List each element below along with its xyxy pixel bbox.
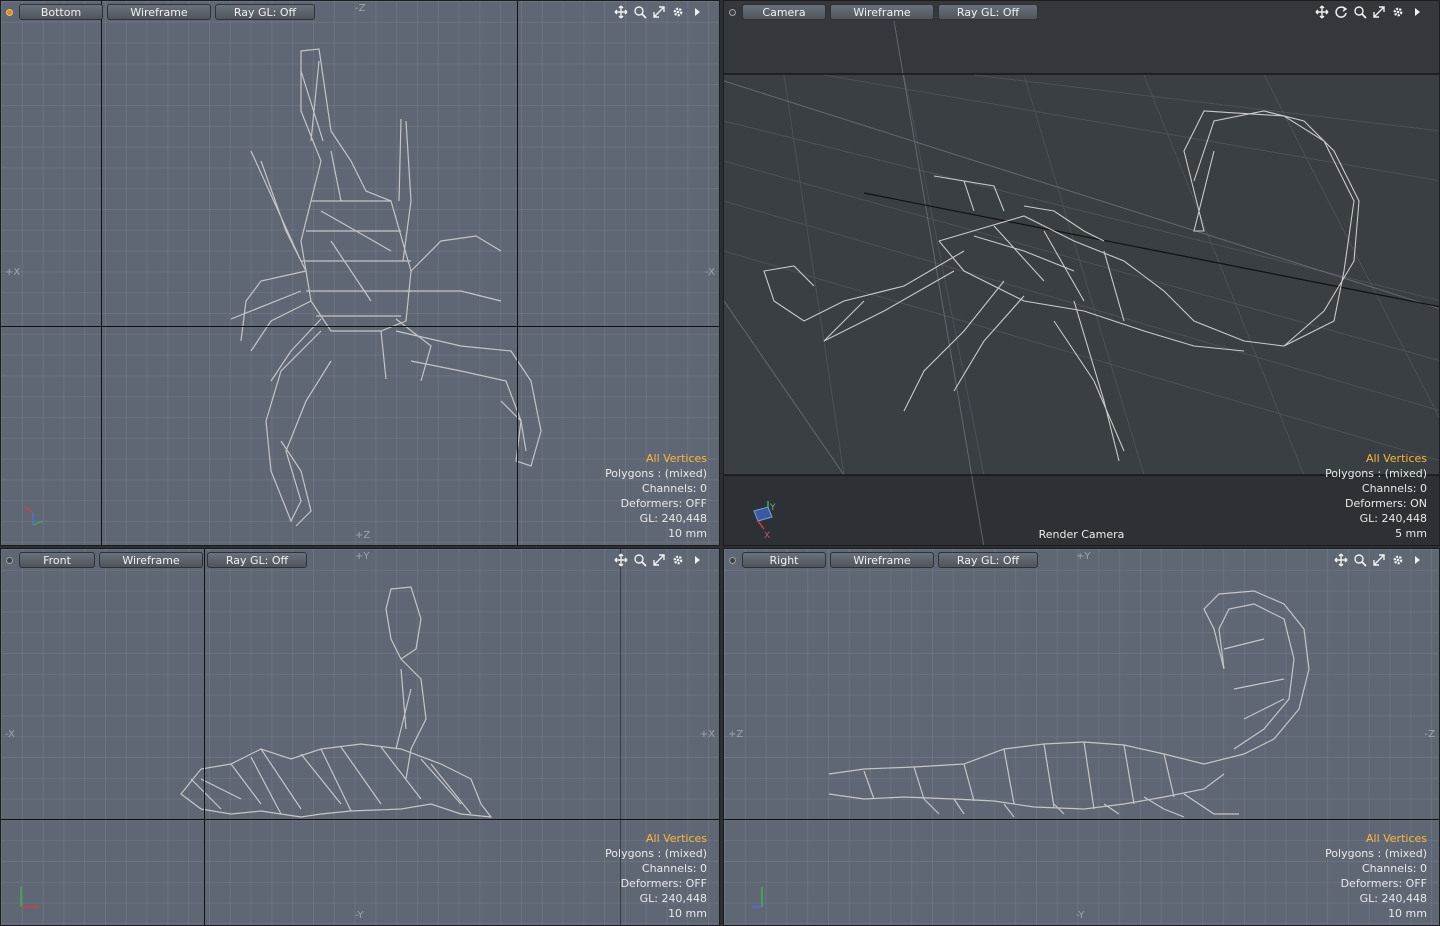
view-type-button[interactable]: Right [742, 552, 826, 568]
viewport-nav-icons [613, 4, 705, 20]
zoom-icon[interactable] [632, 552, 648, 568]
selection-mode-label[interactable]: All Vertices [1325, 831, 1427, 846]
viewport-toolbar: Right Wireframe Ray GL: Off [724, 549, 1439, 571]
axis-line-vertical [204, 549, 205, 925]
maximize-icon[interactable] [651, 552, 667, 568]
move-icon[interactable] [613, 552, 629, 568]
maximize-icon[interactable] [1371, 552, 1387, 568]
gear-icon[interactable] [1390, 552, 1406, 568]
viewport-info-panel: All Vertices Polygons : (mixed) Channels… [605, 831, 707, 921]
polygons-label: Polygons : (mixed) [605, 847, 707, 860]
viewport-nav-icons [1314, 4, 1425, 20]
grid-scale-label: 10 mm [668, 907, 707, 920]
channels-label: Channels: 0 [641, 862, 707, 875]
raygl-button[interactable]: Ray GL: Off [215, 4, 315, 20]
gear-icon[interactable] [670, 4, 686, 20]
deformers-label: Deformers: OFF [1340, 877, 1427, 890]
axis-label-bottom: -Y [355, 910, 364, 921]
axis-label-bottom: +Z [355, 530, 371, 541]
channels-label: Channels: 0 [1361, 862, 1427, 875]
channels-label: Channels: 0 [1361, 482, 1427, 495]
viewport-info-panel: All Vertices Polygons : (mixed) Channels… [1325, 831, 1427, 921]
view-type-button[interactable]: Bottom [19, 4, 103, 20]
axis-line-vertical [101, 1, 102, 545]
deformers-label: Deformers: OFF [620, 877, 707, 890]
shading-mode-button[interactable]: Wireframe [107, 4, 211, 20]
channels-label: Channels: 0 [641, 482, 707, 495]
polygons-label: Polygons : (mixed) [605, 467, 707, 480]
shading-mode-button[interactable]: Wireframe [830, 4, 934, 20]
expand-arrow-icon[interactable] [689, 552, 705, 568]
selection-mode-label[interactable]: All Vertices [605, 831, 707, 846]
shading-mode-button[interactable]: Wireframe [830, 552, 934, 568]
axis-label-right: -Z [1424, 729, 1435, 740]
viewport-nav-icons [613, 552, 705, 568]
grid-scale-label: 10 mm [1388, 907, 1427, 920]
viewport-active-indicator[interactable] [6, 556, 13, 564]
rotate-icon[interactable] [1333, 4, 1349, 20]
axis-gizmo [20, 887, 39, 908]
axis-line-horizontal [724, 819, 1439, 820]
viewport-active-indicator[interactable] [729, 8, 736, 16]
axis-line-horizontal [1, 819, 719, 820]
axis-label-right: -X [705, 267, 715, 278]
maximize-icon[interactable] [1371, 4, 1387, 20]
gl-count-label: GL: 240,448 [639, 512, 707, 525]
zoom-icon[interactable] [1352, 4, 1368, 20]
gizmo-label-y: Y [770, 503, 776, 513]
move-icon[interactable] [1333, 552, 1349, 568]
view-type-button[interactable]: Camera [742, 4, 826, 20]
deformers-label: Deformers: OFF [620, 497, 707, 510]
viewport-bottom[interactable]: -Z +Z +X -X Bottom Wireframe Ray GL: Off… [0, 0, 720, 546]
viewport-info-panel: All Vertices Polygons : (mixed) Channels… [1325, 451, 1427, 541]
raygl-button[interactable]: Ray GL: Off [207, 552, 307, 568]
viewport-active-indicator[interactable] [6, 8, 13, 16]
axis-label-left: -X [5, 729, 15, 740]
axis-label-left: +X [5, 267, 21, 278]
axis-line-horizontal [1, 326, 719, 327]
grid-scale-label: 5 mm [1395, 527, 1427, 540]
gl-count-label: GL: 240,448 [1359, 892, 1427, 905]
polygons-label: Polygons : (mixed) [1325, 847, 1427, 860]
axis-label-left: +Z [728, 729, 744, 740]
zoom-icon[interactable] [1352, 552, 1368, 568]
axis-gizmo [24, 506, 44, 526]
expand-arrow-icon[interactable] [1409, 4, 1425, 20]
move-icon[interactable] [1314, 4, 1330, 20]
shading-mode-button[interactable]: Wireframe [99, 552, 203, 568]
raygl-button[interactable]: Ray GL: Off [938, 552, 1038, 568]
maximize-icon[interactable] [651, 4, 667, 20]
viewport-toolbar: Front Wireframe Ray GL: Off [1, 549, 719, 571]
viewport-active-indicator[interactable] [729, 556, 736, 564]
gl-count-label: GL: 240,448 [639, 892, 707, 905]
axis-gizmo [752, 887, 763, 908]
deformers-label: Deformers: ON [1345, 497, 1427, 510]
grid-scale-label: 10 mm [668, 527, 707, 540]
viewport-info-panel: All Vertices Polygons : (mixed) Channels… [605, 451, 707, 541]
axis-line-vertical [517, 1, 518, 545]
gear-icon[interactable] [1390, 4, 1406, 20]
viewport-toolbar: Bottom Wireframe Ray GL: Off [1, 1, 719, 23]
gear-icon[interactable] [670, 552, 686, 568]
viewport-camera[interactable]: Camera Wireframe Ray GL: Off Y X Render … [723, 0, 1440, 546]
viewport-nav-icons [1333, 552, 1425, 568]
axis-label-right: +X [699, 729, 715, 740]
expand-arrow-icon[interactable] [689, 4, 705, 20]
zoom-icon[interactable] [632, 4, 648, 20]
move-icon[interactable] [613, 4, 629, 20]
gl-count-label: GL: 240,448 [1359, 512, 1427, 525]
selection-mode-label[interactable]: All Vertices [605, 451, 707, 466]
viewport-right[interactable]: +Y -Y +Z -Z Right Wireframe Ray GL: Off … [723, 548, 1440, 926]
view-type-button[interactable]: Front [19, 552, 95, 568]
axis-label-bottom: -Y [1076, 910, 1085, 921]
expand-arrow-icon[interactable] [1409, 552, 1425, 568]
selection-mode-label[interactable]: All Vertices [1325, 451, 1427, 466]
raygl-button[interactable]: Ray GL: Off [938, 4, 1038, 20]
polygons-label: Polygons : (mixed) [1325, 467, 1427, 480]
viewport-front[interactable]: +Y -Y -X +X Front Wireframe Ray GL: Off … [0, 548, 720, 926]
